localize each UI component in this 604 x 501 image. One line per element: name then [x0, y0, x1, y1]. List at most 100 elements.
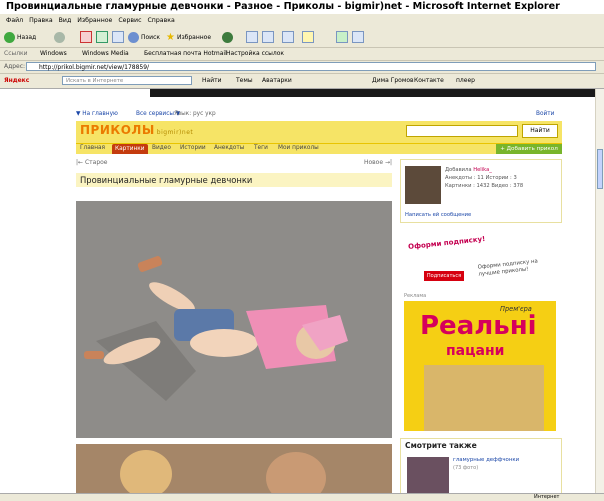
menu-favorites[interactable]: Избранное — [77, 15, 112, 27]
back-arrow-icon — [4, 31, 15, 43]
site-header: ПРИКОЛЫ bigmir)net Найти — [76, 121, 562, 145]
ad-line-1: Реальні — [420, 311, 537, 341]
author-avatar[interactable] — [405, 166, 441, 204]
related-thumbnail[interactable] — [407, 457, 449, 493]
forward-button[interactable] — [54, 30, 67, 44]
links-bar: Ссылки Windows Windows Media Бесплатная … — [0, 48, 604, 61]
search-icon — [128, 31, 139, 43]
yandex-search-input[interactable]: Искать в Интернете — [62, 76, 192, 85]
author-stats-2: Картинки : 1432 Видео : 378 — [445, 183, 524, 189]
yandex-contacts[interactable]: Контакте — [414, 77, 444, 84]
yandex-toolbar: Яндекс Искать в Интернете Найти Темы Ава… — [0, 74, 604, 89]
menu-file[interactable]: Файл — [6, 15, 23, 27]
research-icon — [352, 31, 364, 43]
ad-line-2: пацани — [446, 343, 505, 359]
related-title[interactable]: гламурные деффчонки — [453, 457, 519, 463]
main-photo[interactable] — [76, 201, 392, 438]
edit-button[interactable] — [282, 30, 296, 44]
forward-arrow-icon — [54, 31, 65, 43]
refresh-button[interactable] — [96, 30, 110, 44]
site-search-button[interactable]: Найти — [522, 124, 558, 138]
star-icon: ★ — [166, 31, 175, 43]
promo-text: Оформи подписку на лучшие приколы! — [477, 258, 539, 278]
menu-edit[interactable]: Правка — [29, 15, 53, 27]
stop-icon — [80, 31, 92, 43]
history-icon — [222, 31, 233, 43]
yandex-user[interactable]: Дима Громов — [372, 77, 414, 84]
top-banner — [150, 89, 596, 97]
stop-button[interactable] — [80, 30, 94, 44]
link-windows-media[interactable]: Windows Media — [82, 50, 129, 57]
yandex-themes-button[interactable]: Темы — [236, 77, 253, 84]
home-button[interactable] — [112, 30, 126, 44]
menu-view[interactable]: Вид — [59, 15, 72, 27]
tab-tags[interactable]: Теги — [254, 145, 268, 151]
address-label: Адрес: — [4, 63, 26, 70]
link-windows[interactable]: Windows — [40, 50, 67, 57]
history-button[interactable] — [222, 30, 235, 44]
author-stats-1: Анекдоты : 11 Истории : 3 — [445, 175, 517, 181]
yandex-player[interactable]: плеер — [456, 77, 475, 84]
tab-video[interactable]: Видео — [152, 145, 171, 151]
link-hotmail[interactable]: Бесплатная почта Hotmail — [144, 50, 227, 57]
tab-jokes[interactable]: Анекдоты — [214, 145, 244, 151]
site-logo[interactable]: ПРИКОЛЫ bigmir)net — [80, 123, 193, 137]
author-name[interactable]: Helika_ — [473, 167, 492, 173]
tab-my-jokes[interactable]: Мои приколы — [278, 145, 319, 151]
search-button[interactable]: Поиск — [128, 30, 160, 44]
refresh-icon — [96, 31, 108, 43]
page-title: Провинциальные гламурные девчонки — [76, 173, 392, 187]
yandex-find-button[interactable]: Найти — [202, 77, 221, 84]
older-link[interactable]: |← Старое — [76, 159, 108, 166]
messenger-button[interactable] — [336, 30, 350, 44]
photo-graphic — [76, 201, 392, 438]
related-count: (73 фото) — [453, 465, 479, 471]
related-box: Смотрите также гламурные деффчонки (73 ф… — [400, 438, 562, 493]
address-input[interactable]: http://prikol.bigmir.net/view/178859/ — [26, 62, 596, 71]
link-customize[interactable]: Настройка ссылок — [226, 50, 284, 57]
yandex-logo[interactable]: Яндекс — [4, 77, 29, 84]
window-titlebar: Провинциальные гламурные девчонки - Разн… — [0, 0, 604, 14]
login-link[interactable]: Войти — [536, 111, 554, 117]
add-joke-button[interactable]: + Добавить прикол — [496, 144, 562, 154]
print-icon — [262, 31, 274, 43]
second-photo[interactable] — [76, 444, 392, 493]
status-zone: Интернет — [534, 494, 560, 500]
menu-help[interactable]: Справка — [147, 15, 174, 27]
scrollbar-thumb[interactable] — [597, 149, 603, 189]
language-switch[interactable]: Язык: рус укр — [174, 111, 216, 117]
back-button[interactable]: Назад — [4, 30, 36, 44]
tab-pictures[interactable]: Картинки — [112, 144, 148, 154]
subscribe-button[interactable]: Подписаться — [424, 271, 464, 281]
mail-icon — [246, 31, 258, 43]
send-message-link[interactable]: Написать ей сообщение — [405, 212, 471, 218]
print-button[interactable] — [262, 30, 276, 44]
pager: |← Старое Новое →| — [76, 159, 392, 167]
author-info: Добавила Helika_ Анекдоты : 11 Истории :… — [445, 167, 524, 189]
links-label: Ссылки — [4, 50, 28, 57]
page-viewport: ▼ На главную Все сервисы ▼ Язык: рус укр… — [0, 89, 596, 493]
browser-toolbar: Назад Поиск ★ Избранное — [0, 27, 604, 48]
home-link[interactable]: ▼ На главную — [76, 111, 118, 117]
vertical-scrollbar[interactable] — [595, 89, 604, 493]
research-button[interactable] — [352, 30, 366, 44]
discuss-button[interactable] — [302, 30, 316, 44]
edit-icon — [282, 31, 294, 43]
ad-image — [424, 365, 544, 431]
menu-tools[interactable]: Сервис — [118, 15, 141, 27]
ad-banner[interactable]: Прем'єра Реальні пацани — [404, 301, 556, 431]
newer-link[interactable]: Новое →| — [364, 159, 392, 166]
tab-home[interactable]: Главная — [80, 145, 105, 151]
subscribe-promo: Оформи подписку! Подписаться Оформи подп… — [400, 231, 562, 291]
favorites-button[interactable]: ★ Избранное — [166, 30, 211, 44]
related-heading: Смотрите также — [405, 441, 477, 450]
yandex-avatars-button[interactable]: Аватарки — [262, 77, 292, 84]
site-search-input[interactable] — [406, 125, 518, 137]
mail-button[interactable] — [246, 30, 260, 44]
promo-headline: Оформи подписку! — [407, 234, 486, 252]
author-box: Добавила Helika_ Анекдоты : 11 Истории :… — [400, 159, 562, 223]
window-title: Провинциальные гламурные девчонки - Разн… — [6, 1, 560, 12]
tab-stories[interactable]: Истории — [180, 145, 206, 151]
address-bar: Адрес: http://prikol.bigmir.net/view/178… — [0, 61, 604, 74]
discuss-icon — [302, 31, 314, 43]
